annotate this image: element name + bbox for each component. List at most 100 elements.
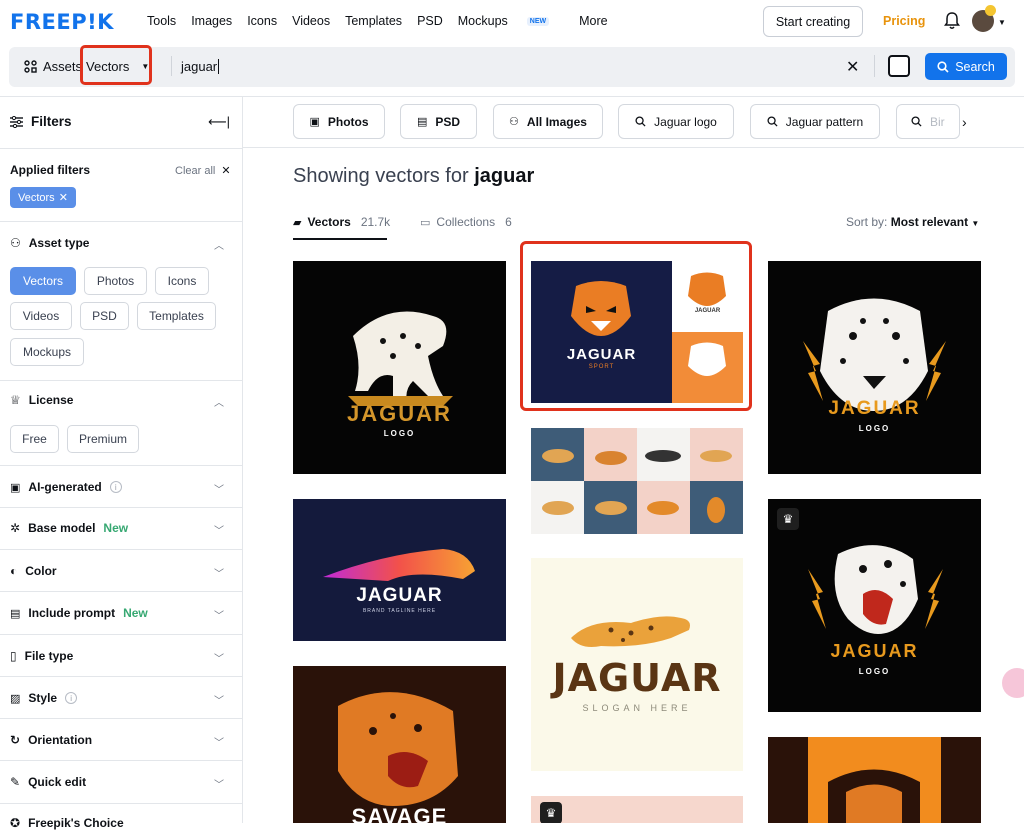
filter-vectors[interactable]: Vectors: [10, 267, 76, 295]
chevron-down-icon[interactable]: ▼: [998, 18, 1006, 27]
divider: [0, 718, 243, 719]
section-freepik-choice[interactable]: ✪ Freepik's Choice: [10, 816, 124, 830]
filter-photos[interactable]: Photos: [84, 267, 147, 295]
roaring-jaguar-illustration: [808, 545, 943, 634]
shapes-icon: ⚇: [509, 116, 519, 128]
feedback-button[interactable]: [1002, 668, 1024, 698]
filter-videos[interactable]: Videos: [10, 302, 72, 330]
chip-all-images[interactable]: ⚇ All Images: [493, 104, 603, 139]
section-include-prompt[interactable]: ▤ Include prompt New: [10, 606, 148, 620]
start-creating-button[interactable]: Start creating: [763, 6, 863, 37]
nav-icons[interactable]: Icons: [247, 14, 277, 28]
nav-images[interactable]: Images: [191, 14, 232, 28]
chevron-down-icon[interactable]: ﹀: [214, 692, 224, 707]
chip-label: Photos: [327, 114, 369, 129]
tile-title: JAGUAR: [830, 641, 919, 661]
section-color[interactable]: ◐ Color: [10, 564, 57, 578]
nav-templates[interactable]: Templates: [345, 14, 402, 28]
chevron-down-icon[interactable]: ﹀: [214, 734, 224, 749]
tab-count: 6: [505, 215, 512, 229]
info-icon[interactable]: i: [109, 481, 122, 493]
tab-vectors[interactable]: ▰ Vectors 21.7k: [293, 215, 390, 229]
divider: [0, 465, 243, 466]
info-icon[interactable]: i: [65, 692, 78, 704]
chevron-down-icon[interactable]: ﹀: [214, 522, 224, 537]
premium-crown-icon: ♛: [777, 508, 799, 530]
section-label: File type: [24, 649, 74, 663]
chip-jaguar-pattern[interactable]: Jaguar pattern: [750, 104, 880, 139]
chevron-down-icon[interactable]: ﹀: [214, 565, 224, 580]
chip-label: Bir: [930, 114, 945, 129]
search-icon: [911, 116, 922, 127]
section-ai-generated[interactable]: ▣ AI-generated i: [10, 480, 122, 494]
chevron-down-icon[interactable]: ﹀: [214, 607, 224, 622]
sort-dropdown[interactable]: Sort by: Most relevant ▼: [846, 215, 979, 229]
savage-jaguar-illustration: [338, 692, 458, 806]
nav-videos[interactable]: Videos: [292, 14, 330, 28]
result-tile[interactable]: JAGUAR LOGO: [768, 261, 981, 474]
applied-chip-label: Vectors: [18, 191, 55, 204]
filter-free[interactable]: Free: [10, 425, 59, 453]
tile-subtitle: LOGO: [858, 424, 891, 433]
search-button[interactable]: Search: [925, 53, 1007, 80]
chevron-down-icon[interactable]: ﹀: [214, 650, 224, 665]
caret-down-icon: ▼: [971, 219, 980, 228]
nav-more[interactable]: More: [579, 14, 607, 28]
chip-bir[interactable]: Bir: [896, 104, 960, 139]
tile-subtitle: SLOGAN HERE: [582, 703, 692, 713]
chevron-up-icon[interactable]: ︿: [214, 237, 224, 252]
jaguar-logo-illustration: [348, 311, 453, 406]
result-tile[interactable]: JAGUAR BRAND TAGLINE HERE: [293, 499, 506, 641]
filter-premium[interactable]: Premium: [67, 425, 139, 453]
search-input[interactable]: jaguar: [181, 59, 821, 74]
chevron-down-icon[interactable]: ﹀: [214, 481, 224, 496]
clear-all-button[interactable]: Clear all ✕: [175, 164, 231, 177]
applied-filter-chip[interactable]: Vectors ✕: [10, 187, 76, 208]
result-tile[interactable]: JAGUAR LOGO: [293, 261, 506, 474]
grid-icon: [24, 60, 37, 73]
filter-icons[interactable]: Icons: [155, 267, 209, 295]
pricing-link[interactable]: Pricing: [883, 14, 925, 28]
section-asset-type[interactable]: ⚇ Asset type: [10, 236, 89, 250]
tab-collections[interactable]: ▭ Collections 6: [420, 215, 512, 229]
result-tile[interactable]: ♛ JAGUAR LOGO: [768, 499, 981, 712]
section-base-model[interactable]: ✲ Base model New: [10, 521, 128, 535]
section-file-type[interactable]: ▯ File type: [10, 649, 73, 663]
chevron-down-icon[interactable]: ﹀: [214, 776, 224, 791]
filter-mockups[interactable]: Mockups: [10, 338, 84, 366]
chevron-up-icon[interactable]: ︿: [214, 394, 224, 409]
nav-psd[interactable]: PSD: [417, 14, 443, 28]
collapse-sidebar-icon[interactable]: ⟵|: [208, 114, 230, 130]
image-icon: ▨: [10, 692, 21, 705]
section-label: Style: [28, 691, 58, 705]
nav-mockups[interactable]: Mockups NEW: [458, 14, 564, 28]
divider: [0, 591, 243, 592]
divider: [0, 803, 243, 804]
section-label: License: [28, 393, 74, 407]
result-tile[interactable]: [768, 737, 981, 823]
chip-psd[interactable]: ▤ PSD: [400, 104, 477, 139]
result-tile[interactable]: SAVAGE: [293, 666, 506, 823]
chevron-right-icon[interactable]: ›: [962, 114, 967, 130]
nav-tools[interactable]: Tools: [147, 14, 176, 28]
chip-photos[interactable]: ▣ Photos: [293, 104, 385, 139]
highlight-box: [520, 241, 752, 411]
section-license[interactable]: ♕ License: [10, 393, 73, 407]
jaguar-head-illustration: [803, 298, 946, 411]
clear-search-icon[interactable]: ✕: [846, 57, 859, 77]
result-tile[interactable]: JAGUAR SLOGAN HERE: [531, 558, 743, 771]
image-search-icon[interactable]: [888, 55, 910, 77]
filter-psd[interactable]: PSD: [80, 302, 129, 330]
new-badge: NEW: [526, 17, 550, 27]
section-orientation[interactable]: ↻ Orientation: [10, 733, 92, 747]
bell-icon[interactable]: [944, 12, 960, 30]
filter-templates[interactable]: Templates: [137, 302, 216, 330]
freepik-logo[interactable]: FREEP!K: [10, 10, 114, 34]
result-tile[interactable]: [531, 428, 743, 534]
chip-jaguar-logo[interactable]: Jaguar logo: [618, 104, 734, 139]
tile-title: JAGUAR: [828, 398, 921, 419]
jaguar-pattern-illustration: [531, 428, 743, 534]
result-tile[interactable]: ♛: [531, 796, 743, 823]
section-style[interactable]: ▨ Style i: [10, 691, 78, 705]
section-quick-edit[interactable]: ✎ Quick edit: [10, 775, 86, 789]
